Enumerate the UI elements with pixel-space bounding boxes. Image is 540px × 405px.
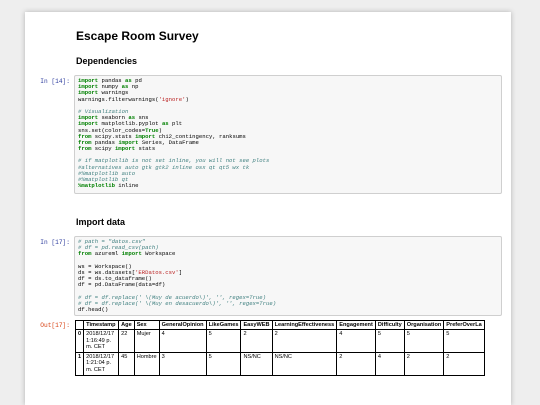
column-header: Timestamp [83, 320, 120, 330]
table-cell: 2 [443, 351, 485, 376]
column-header: LearningEffectiveness [271, 320, 338, 330]
column-header: Organisation [403, 320, 445, 330]
input-prompt-17: In [17]: [40, 239, 70, 246]
notebook-title: Escape Room Survey [76, 29, 199, 43]
table-cell: 2018/12/17 1:21:04 p. m. CET [83, 351, 120, 376]
column-header: PreferOverLa [443, 320, 485, 330]
code-line: %matplotlib inline [78, 182, 139, 190]
table-cell: Mujer [133, 329, 160, 353]
column-header: Age [118, 320, 135, 330]
column-header: GeneralOpinion [158, 320, 207, 330]
column-header: EasyWEB [240, 320, 273, 330]
table-cell: 5 [205, 329, 242, 353]
input-prompt-14: In [14]: [40, 78, 70, 85]
output-prompt-17: Out[17]: [40, 322, 70, 329]
table-cell: 2 [336, 351, 376, 376]
code-cell-dependencies[interactable]: import pandas as pd import numpy as np i… [74, 75, 502, 194]
column-header: Difficulty [374, 320, 405, 330]
table-cell: 2 [403, 351, 445, 376]
table-row: 1 2018/12/17 1:21:04 p. m. CET 45 Hombre… [74, 351, 485, 376]
column-header: LikeGames [205, 320, 242, 330]
table-cell: 4 [158, 329, 207, 353]
code-line: df.head() [78, 306, 109, 314]
row-index: 0 [74, 329, 85, 353]
table-cell: 5 [403, 329, 445, 353]
dataframe-output-table: Timestamp Age Sex GeneralOpinion LikeGam… [74, 320, 485, 376]
section-dependencies-heading: Dependencies [76, 56, 138, 66]
table-cell: Hombre [133, 351, 160, 376]
table-cell: NS/NC [240, 351, 273, 376]
code-cell-import-data[interactable]: # path = "datos.csv" # df = pd.read_csv(… [74, 236, 502, 316]
table-cell: 45 [118, 351, 135, 376]
row-index: 1 [74, 351, 85, 376]
table-cell: 5 [374, 329, 405, 353]
notebook-page: Escape Room Survey Dependencies In [14]:… [25, 12, 511, 405]
table-row: 0 2018/12/17 1:16:49 p. m. CET 22 Mujer … [74, 329, 485, 353]
table-cell: NS/NC [271, 351, 338, 376]
column-header: Sex [133, 320, 160, 330]
table-cell: 2 [240, 329, 273, 353]
table-cell: 5 [205, 351, 242, 376]
column-header: Engagement [336, 320, 376, 330]
table-cell: 4 [374, 351, 405, 376]
table-cell: 3 [158, 351, 207, 376]
table-cell: 2018/12/17 1:16:49 p. m. CET [83, 329, 120, 353]
table-cell: 2 [271, 329, 338, 353]
table-cell: 5 [443, 329, 485, 353]
table-cell: 4 [336, 329, 376, 353]
table-header-row: Timestamp Age Sex GeneralOpinion LikeGam… [74, 320, 485, 330]
table-cell: 22 [118, 329, 135, 353]
column-header [74, 320, 85, 330]
section-import-data-heading: Import data [76, 217, 126, 227]
